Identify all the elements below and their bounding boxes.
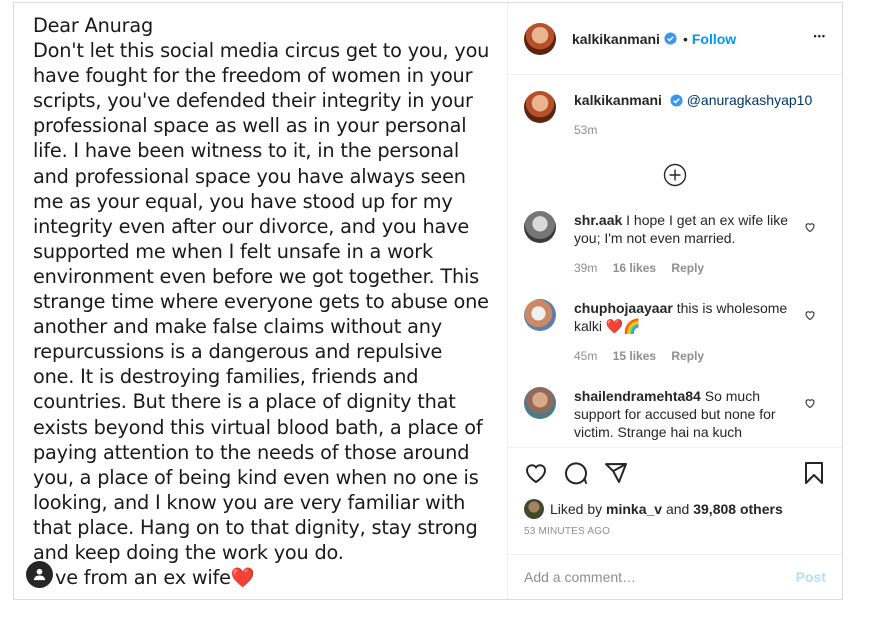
verified-badge-icon [664,32,677,45]
comment-item: chuphojaayaar this is wholesome kalki ❤️… [508,299,842,365]
liked-by-and: and [665,501,690,517]
letter-line: repurcussions is a dangerous and repulsi… [33,340,443,364]
caption-username[interactable]: kalkikanmani [574,92,662,108]
letter-line: professional space as well as in your pe… [33,114,467,138]
share-icon[interactable] [604,461,628,485]
comments-list[interactable]: kalkikanmani @anuragkashyap10 53m shr.aa… [508,75,842,447]
letter-line: paying attention to the needs of those a… [33,440,470,464]
heart-icon[interactable] [804,309,816,321]
avatar[interactable] [524,22,556,55]
comment-meta: 45m 15 likes Reply [574,347,804,365]
letter-line: one. It is destroying families, friends … [33,365,419,389]
comment-meta: 39m 16 likes Reply [574,259,804,277]
letter-line: scripts, you've defended their integrity… [33,89,473,113]
caption-body: kalkikanmani @anuragkashyap10 53m [574,91,812,139]
avatar[interactable] [524,91,556,123]
mention-link[interactable]: @anuragkashyap10 [687,92,813,108]
post-timestamp[interactable]: 53 MINUTES AGO [524,526,826,537]
user-tags-button[interactable] [26,561,53,588]
avatar[interactable] [524,299,556,331]
separator: • [682,30,688,47]
comment-input[interactable] [524,569,796,585]
comment-item: shailendramehta84 So much support for ac… [508,387,842,441]
verified-badge-icon [670,94,683,107]
post-sidebar: kalkikanmani • Follow ••• kalkikanmani @… [508,3,842,599]
avatar[interactable] [524,387,556,419]
heart-icon[interactable] [804,221,816,233]
comment-body: chuphojaayaar this is wholesome kalki ❤️… [574,299,804,365]
plus-circle-icon[interactable] [663,163,687,187]
reply-button[interactable]: Reply [671,261,704,275]
liked-by-others[interactable]: 39,808 others [693,501,783,517]
letter-line: looking, and I know you are very familia… [33,490,466,514]
letter-line: environment even before we got together.… [33,264,479,288]
letter-line: strange time where everyone gets to abus… [33,290,489,314]
comment-body: shailendramehta84 So much support for ac… [574,387,804,441]
liked-by-user[interactable]: minka_v [606,501,662,517]
letter-line: integrity even after our divorce, and yo… [33,214,470,238]
letter-text: Dear Anurag Don't let this social media … [33,13,503,590]
avatar[interactable] [524,211,556,243]
letter-line: Dear Anurag [33,14,153,37]
letter-line: Don't let this social media circus get t… [33,39,490,63]
like-heart-icon[interactable] [524,461,548,485]
add-comment-bar: Post [508,554,842,599]
letter-line: another and make false claims without an… [33,315,442,339]
caption-time[interactable]: 53m [574,123,597,137]
avatar[interactable] [524,499,544,519]
post-frame: Dear Anurag Don't let this social media … [13,2,843,600]
comment-icon[interactable] [564,461,588,485]
letter-line: and professional space you have always s… [33,164,466,188]
load-more-comments[interactable] [508,163,842,187]
letter-line: supported me when I felt unsafe in a wor… [33,239,433,263]
post-image[interactable]: Dear Anurag Don't let this social media … [14,3,508,599]
follow-button[interactable]: Follow [692,31,736,47]
letter-line: me as your equal, you have stood up for … [33,189,453,213]
caption: kalkikanmani @anuragkashyap10 53m [508,75,842,139]
comment-likes[interactable]: 15 likes [613,349,656,363]
reply-button[interactable]: Reply [671,349,704,363]
bookmark-icon[interactable] [802,461,826,485]
post-button[interactable]: Post [796,569,826,585]
comment-time[interactable]: 45m [574,349,597,363]
letter-line: exists beyond this virtual blood bath, a… [33,415,483,439]
user-icon [33,568,46,581]
comment-username[interactable]: chuphojaayaar [574,300,673,316]
liked-by-prefix: Liked by [550,501,603,517]
comment-item: shr.aak I hope I get an ex wife like you… [508,211,842,277]
letter-line: and keep doing the work you do. [33,540,344,564]
action-icons [524,448,826,498]
post-actions: Liked by minka_v and 39,808 others 53 MI… [508,447,842,537]
comment-body: shr.aak I hope I get an ex wife like you… [574,211,804,277]
caption-meta: 53m [574,121,812,139]
more-options-icon[interactable]: ••• [814,31,826,41]
comment-likes[interactable]: 16 likes [613,261,656,275]
comment-username[interactable]: shailendramehta84 [574,388,701,404]
liked-by-text: Liked by minka_v and 39,808 others [550,501,783,517]
letter-line: you, a place of being kind even when no … [33,465,479,489]
letter-line: ve from an ex wife❤️ [55,566,255,590]
likes-summary: Liked by minka_v and 39,808 others [524,498,826,520]
comment-username[interactable]: shr.aak [574,212,622,228]
header-username[interactable]: kalkikanmani [572,31,660,47]
letter-line: that place. Hang on to that dignity, sta… [33,515,478,539]
letter-line: have fought for the freedom of women in … [33,64,473,88]
heart-icon[interactable] [804,397,816,409]
post-header: kalkikanmani • Follow ••• [508,3,842,75]
letter-line: countries. But there is a place of digni… [33,390,456,414]
comment-time[interactable]: 39m [574,261,597,275]
letter-line: life. I have been witness to it, in the … [33,139,459,163]
